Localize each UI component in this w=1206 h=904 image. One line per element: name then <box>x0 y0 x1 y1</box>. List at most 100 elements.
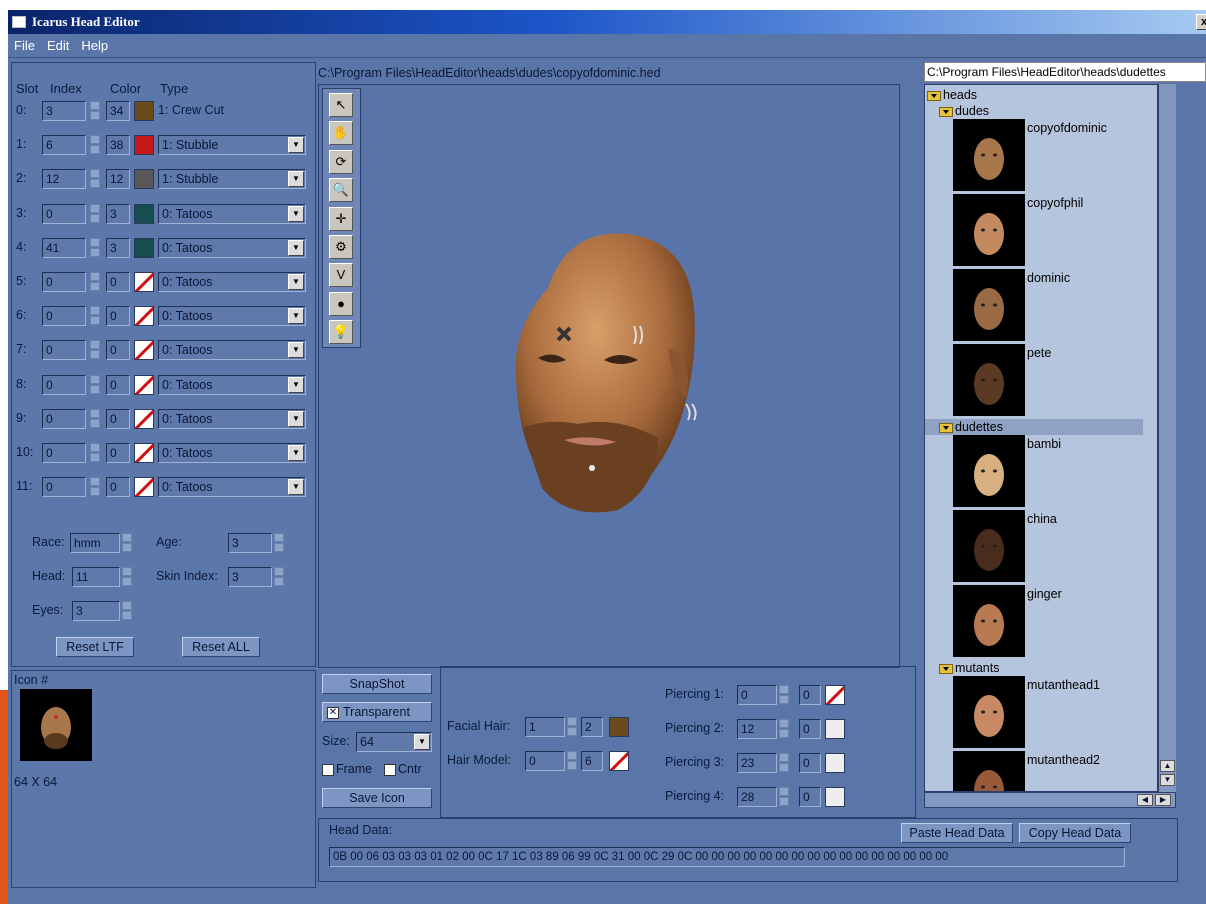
slot-index-spinner[interactable] <box>90 101 100 121</box>
vertex-icon[interactable]: V <box>329 263 353 288</box>
hair-model-swatch[interactable] <box>609 751 629 771</box>
piercing-index-spinner[interactable] <box>779 753 789 773</box>
piercing-color-field[interactable]: 0 <box>799 787 821 807</box>
scroll-right-icon[interactable]: ▶ <box>1155 794 1171 806</box>
slot-color-swatch[interactable] <box>134 101 154 121</box>
slot-color-swatch[interactable] <box>134 169 154 190</box>
folder-dudes[interactable]: dudes <box>939 103 989 119</box>
rotate-icon[interactable]: ⟳ <box>329 149 353 174</box>
menu-file[interactable]: File <box>8 34 41 58</box>
slot-color-swatch[interactable] <box>134 340 154 361</box>
slot-color-field[interactable]: 0 <box>106 340 130 361</box>
head-name[interactable]: mutanthead2 <box>1027 753 1100 767</box>
slot-type-dropdown[interactable]: 0: Tatoos ▼ <box>158 477 306 498</box>
light-orbit-icon[interactable]: ⚙ <box>329 235 353 259</box>
slot-color-field[interactable]: 38 <box>106 135 130 156</box>
race-spinner[interactable] <box>122 533 132 553</box>
scroll-left-icon[interactable]: ◀ <box>1137 794 1153 806</box>
slot-color-swatch[interactable] <box>134 237 154 258</box>
slot-index-field[interactable]: 0 <box>42 374 86 395</box>
light-lock-icon[interactable]: 💡 <box>329 320 353 345</box>
reset-ltf-button[interactable]: Reset LTF <box>56 637 134 657</box>
slot-color-swatch[interactable] <box>134 408 154 429</box>
facial-hair-color[interactable]: 2 <box>581 717 603 737</box>
reset-all-button[interactable]: Reset ALL <box>182 637 260 657</box>
slot-type-dropdown[interactable]: 1: Stubble ▼ <box>158 135 306 156</box>
piercing-index-spinner[interactable] <box>779 685 789 705</box>
head-name[interactable]: pete <box>1027 346 1051 360</box>
slot-index-field[interactable]: 0 <box>42 443 86 463</box>
cntr-checkbox[interactable]: Cntr <box>384 762 422 776</box>
hair-model-index[interactable]: 0 <box>525 751 565 771</box>
copy-head-data-button[interactable]: Copy Head Data <box>1019 823 1131 843</box>
head-thumbnail[interactable] <box>953 751 1025 791</box>
eyes-spinner[interactable] <box>122 601 132 621</box>
slot-type-dropdown[interactable]: 0: Tatoos ▼ <box>158 408 306 429</box>
slot-type-dropdown[interactable]: 0: Tatoos ▼ <box>158 272 306 292</box>
slot-color-field[interactable]: 0 <box>106 408 130 429</box>
horizontal-scrollbar[interactable]: ◀ ▶ <box>924 792 1176 808</box>
vertical-scrollbar[interactable]: ▲ ▼ <box>1158 84 1176 792</box>
slot-index-field[interactable]: 0 <box>42 477 86 498</box>
slot-color-swatch[interactable] <box>134 374 154 395</box>
scroll-up-icon[interactable]: ▲ <box>1160 760 1175 772</box>
menu-help[interactable]: Help <box>75 34 114 58</box>
slot-index-spinner[interactable] <box>90 272 100 292</box>
piercing-color-field[interactable]: 0 <box>799 685 821 705</box>
piercing-index-field[interactable]: 12 <box>737 719 777 739</box>
head-name[interactable]: copyofphil <box>1027 196 1083 210</box>
piercing-index-spinner[interactable] <box>779 719 789 739</box>
head-name[interactable]: dominic <box>1027 271 1070 285</box>
slot-index-spinner[interactable] <box>90 408 100 429</box>
head-thumbnail[interactable] <box>953 676 1025 748</box>
skin-index-field[interactable]: 3 <box>228 567 272 587</box>
facial-hair-swatch[interactable] <box>609 717 629 737</box>
slot-type-dropdown[interactable]: 0: Tatoos ▼ <box>158 306 306 327</box>
facial-hair-index[interactable]: 1 <box>525 717 565 737</box>
slot-type-dropdown[interactable]: 1: Stubble ▼ <box>158 169 306 190</box>
facial-hair-spinner[interactable] <box>567 717 577 737</box>
slot-index-spinner[interactable] <box>90 203 100 224</box>
fit-view-icon[interactable]: ✛ <box>329 206 353 231</box>
head-thumbnail[interactable] <box>953 510 1025 582</box>
slot-type-dropdown[interactable]: 0: Tatoos ▼ <box>158 203 306 224</box>
piercing-index-field[interactable]: 0 <box>737 685 777 705</box>
menu-edit[interactable]: Edit <box>41 34 75 58</box>
head-name[interactable]: china <box>1027 512 1057 526</box>
piercing-color-swatch[interactable] <box>825 719 845 739</box>
slot-color-field[interactable]: 3 <box>106 237 130 258</box>
age-spinner[interactable] <box>274 533 284 553</box>
head-thumbnail[interactable] <box>953 585 1025 657</box>
slot-color-field[interactable]: 34 <box>106 101 130 121</box>
piercing-color-field[interactable]: 0 <box>799 753 821 773</box>
slot-color-field[interactable]: 0 <box>106 306 130 327</box>
slot-index-spinner[interactable] <box>90 135 100 155</box>
paste-head-data-button[interactable]: Paste Head Data <box>901 823 1013 843</box>
transparent-toggle[interactable]: ✕ Transparent <box>322 702 432 722</box>
folder-dudettes[interactable]: dudettes <box>925 419 1143 435</box>
slot-index-field[interactable]: 6 <box>42 135 86 156</box>
slot-index-spinner[interactable] <box>90 340 100 360</box>
head-thumbnail[interactable] <box>953 435 1025 507</box>
slot-index-spinner[interactable] <box>90 306 100 326</box>
eyes-field[interactable]: 3 <box>72 601 120 621</box>
slot-color-field[interactable]: 0 <box>106 374 130 395</box>
slot-color-field[interactable]: 3 <box>106 203 130 224</box>
close-button[interactable]: x <box>1196 14 1206 30</box>
scroll-down-icon[interactable]: ▼ <box>1160 774 1175 786</box>
head-name[interactable]: ginger <box>1027 587 1062 601</box>
snapshot-button[interactable]: SnapShot <box>322 674 432 694</box>
piercing-index-spinner[interactable] <box>779 787 789 807</box>
slot-index-spinner[interactable] <box>90 477 100 497</box>
slot-color-field[interactable]: 0 <box>106 272 130 292</box>
head-thumbnail[interactable] <box>953 344 1025 416</box>
head-name[interactable]: copyofdominic <box>1027 121 1107 135</box>
slot-index-field[interactable]: 0 <box>42 306 86 327</box>
head-name[interactable]: mutanthead1 <box>1027 678 1100 692</box>
slot-color-swatch[interactable] <box>134 477 154 498</box>
piercing-index-field[interactable]: 28 <box>737 787 777 807</box>
slot-index-field[interactable]: 12 <box>42 169 86 190</box>
slot-index-spinner[interactable] <box>90 443 100 463</box>
slot-color-field[interactable]: 12 <box>106 169 130 190</box>
slot-index-field[interactable]: 3 <box>42 101 86 121</box>
